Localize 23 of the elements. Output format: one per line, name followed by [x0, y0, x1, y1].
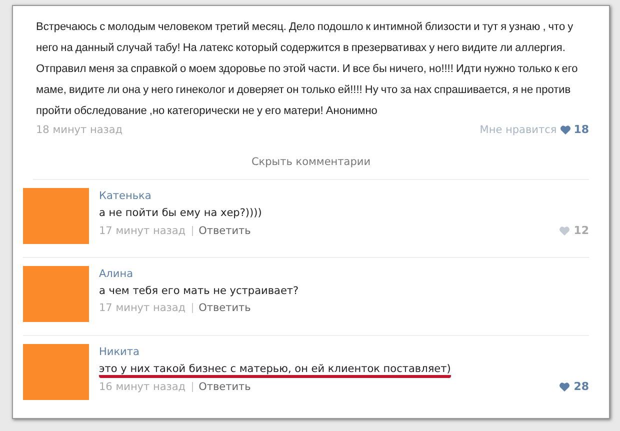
- like-count: 28: [574, 380, 589, 393]
- comment-author[interactable]: Катенька: [99, 190, 152, 202]
- like-count: 18: [574, 123, 589, 136]
- hide-comments-link[interactable]: Скрыть комментарии: [251, 156, 371, 168]
- comment-text: а чем тебя его мать не устраивает?: [99, 285, 299, 299]
- reply-link[interactable]: Ответить: [198, 224, 251, 236]
- like-count: 12: [574, 224, 589, 237]
- avatar[interactable]: [23, 188, 89, 244]
- comment-time: 17 минут назад: [99, 224, 186, 236]
- comment-text: это у них такой бизнес с матерью, он ей клиенток поставляет): [99, 363, 451, 378]
- post-text: Встречаюсь с молодым человеком третий месяц. Дело подошло к интимной близости и тут я узнаю , что у него на данный случай табу! На латекс который содержится в презервативах у него видите ли аллергия. Отправил меня за справкой о моем здоровье по этой части. И все бы ничего, но!!!! Идти нужно только к его маме, видите ли она у него гинеколог и доверяет он только ей!!!! Ну что за нах спрашивается, я не против пройти обследование ,но категорически не у его матери! Анонимно: [36, 20, 579, 119]
- comment-author[interactable]: Алина: [99, 268, 134, 280]
- heart-icon[interactable]: [560, 124, 571, 134]
- reply-link[interactable]: Ответить: [198, 380, 251, 392]
- comment-author[interactable]: Никита: [99, 346, 140, 358]
- heart-icon[interactable]: [558, 382, 570, 392]
- avatar[interactable]: [23, 266, 89, 322]
- post-time: 18 минут назад: [36, 124, 123, 136]
- comment-time: 17 минут назад: [99, 302, 186, 314]
- avatar[interactable]: [23, 344, 89, 400]
- comment-time: 16 минут назад: [99, 380, 186, 392]
- reply-link[interactable]: Ответить: [198, 302, 251, 314]
- comment-text: а не пойти бы ему на хер?)))): [99, 207, 262, 221]
